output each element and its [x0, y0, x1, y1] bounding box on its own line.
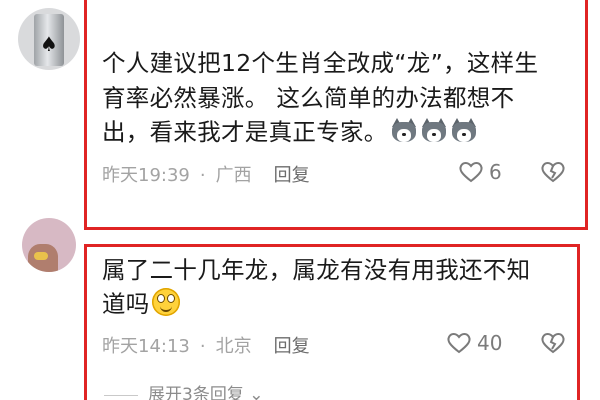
- broken-heart-icon: [541, 333, 565, 354]
- comment-meta: 昨天19:39 · 广西 回复: [102, 161, 310, 187]
- comment-location: 广西: [215, 165, 252, 186]
- dislike-button[interactable]: [540, 331, 566, 359]
- husky-emoji-icon: [420, 118, 448, 144]
- comment-text-line: 出，看来我才是真正专家。: [102, 115, 478, 150]
- expand-replies-label: 展开3条回复: [148, 385, 244, 400]
- like-count: 6: [489, 160, 502, 184]
- dislike-button[interactable]: [540, 160, 566, 188]
- reply-button[interactable]: 回复: [274, 165, 310, 186]
- smile-emoji-icon: [151, 288, 180, 316]
- comment-text-segment: 出，看来我才是真正专家。: [102, 118, 388, 146]
- comment-text-segment: 道吗: [102, 290, 150, 318]
- heart-icon: [459, 162, 483, 183]
- like-button[interactable]: 40: [446, 331, 502, 355]
- comment-text-line: 个人建议把12个生肖全改成“龙”，这样生: [102, 49, 539, 77]
- comment-location: 北京: [215, 336, 252, 357]
- husky-emoji-icon: [390, 118, 418, 144]
- comment-text-line: 育率必然暴涨。 这么简单的办法都想不: [102, 83, 515, 112]
- comment-time: 昨天14:13: [102, 336, 190, 357]
- separator-dot: ·: [199, 165, 206, 186]
- avatar[interactable]: [22, 218, 76, 272]
- expand-replies-button[interactable]: 展开3条回复 ⌄: [104, 380, 263, 400]
- chevron-down-icon: ⌄: [249, 385, 264, 400]
- like-button[interactable]: 6: [458, 160, 502, 184]
- reply-button[interactable]: 回复: [274, 336, 310, 357]
- avatar[interactable]: ♠: [18, 8, 80, 70]
- avatar-detail: [34, 252, 48, 260]
- broken-heart-icon: [541, 162, 565, 183]
- comment-time: 昨天19:39: [102, 165, 190, 186]
- comment-thread: ♠ 个人建议把12个生肖全改成“龙”，这样生 育率必然暴涨。 这么简单的办法都想…: [0, 0, 600, 400]
- heart-icon: [447, 333, 471, 354]
- comment-text-line: 属了二十几年龙，属龙有没有用我还不知: [102, 256, 531, 284]
- divider-line: [104, 394, 138, 396]
- comment-meta: 昨天14:13 · 北京 回复: [102, 332, 310, 358]
- spade-icon: ♠: [40, 32, 58, 56]
- like-count: 40: [477, 331, 503, 355]
- separator-dot: ·: [199, 336, 206, 357]
- comment-text-line: 道吗: [102, 287, 180, 322]
- husky-emoji-icon: [450, 118, 478, 144]
